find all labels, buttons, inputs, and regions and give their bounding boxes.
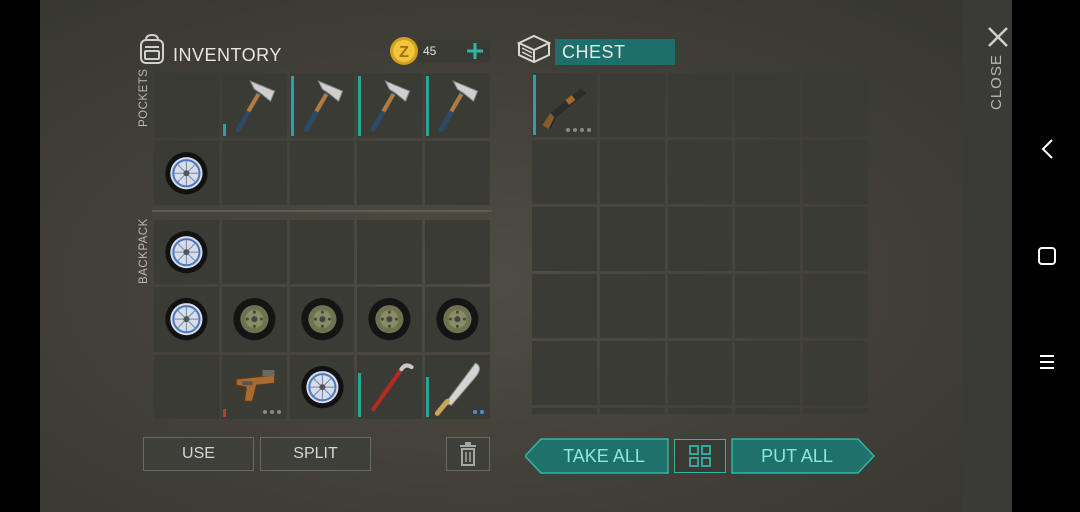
backpack-slot[interactable] — [154, 220, 219, 285]
hatchet-icon — [438, 80, 479, 132]
left-black-bar — [0, 0, 40, 512]
close-icon[interactable] — [986, 25, 1010, 49]
chest-slot[interactable] — [803, 274, 868, 338]
put-all-label: PUT ALL — [761, 445, 833, 466]
chest-slot[interactable] — [532, 341, 597, 405]
split-button[interactable]: SPLIT — [260, 437, 371, 471]
chest-slot[interactable] — [532, 140, 597, 204]
use-button[interactable]: USE — [143, 437, 254, 471]
quality-dots — [262, 410, 281, 414]
chest-slot[interactable] — [599, 408, 665, 414]
chest-slot[interactable] — [667, 274, 733, 338]
backpack-slot[interactable] — [357, 287, 423, 352]
chest-slot[interactable] — [667, 140, 733, 204]
chest-slot[interactable] — [599, 140, 665, 204]
pocket-slot[interactable] — [425, 73, 490, 138]
chest-slot[interactable] — [803, 73, 868, 137]
backpack-grid — [154, 220, 490, 419]
backpack-slot[interactable] — [289, 220, 355, 285]
pockets-label: POCKETS — [138, 68, 150, 127]
coin-icon: Z — [390, 37, 418, 65]
tire-icon — [300, 298, 344, 341]
home-icon[interactable] — [1036, 245, 1058, 267]
wheel-icon — [165, 231, 208, 274]
chest-slot[interactable] — [667, 73, 733, 137]
chest-slot[interactable] — [599, 274, 665, 338]
chest-slot[interactable] — [735, 274, 801, 338]
pocket-slot[interactable] — [154, 140, 219, 205]
chest-slot[interactable] — [532, 207, 597, 271]
backpack-slot[interactable] — [154, 354, 219, 419]
wheel-icon — [165, 151, 208, 194]
chest-grid — [532, 73, 868, 420]
pocket-slot[interactable] — [357, 73, 423, 138]
chest-slot[interactable] — [667, 408, 733, 414]
quality-dots — [473, 410, 484, 414]
hatchet-icon — [235, 80, 276, 132]
wheel-icon — [165, 298, 208, 341]
chest-slot[interactable] — [735, 207, 801, 271]
wheel-icon — [300, 365, 344, 408]
backpack-slot[interactable] — [154, 287, 219, 352]
backpack-slot[interactable] — [425, 354, 490, 419]
backpack-slot[interactable] — [221, 287, 287, 352]
backpack-slot[interactable] — [221, 354, 287, 419]
pocket-slot[interactable] — [425, 140, 490, 205]
chest-slot[interactable] — [803, 207, 868, 271]
backpack-label: BACKPACK — [138, 218, 150, 284]
close-label[interactable]: CLOSE — [988, 54, 1005, 110]
backpack-slot[interactable] — [289, 354, 355, 419]
pockets-grid — [154, 73, 490, 205]
recents-icon[interactable] — [1037, 352, 1057, 372]
chest-slot[interactable] — [599, 207, 665, 271]
pocket-slot[interactable] — [154, 73, 219, 138]
chest-slot[interactable] — [599, 341, 665, 405]
hatchet-icon — [303, 80, 343, 132]
sort-button[interactable] — [674, 439, 726, 473]
backpack-slot[interactable] — [425, 220, 490, 285]
chest-slot[interactable] — [735, 73, 801, 137]
chest-slot[interactable] — [532, 408, 597, 414]
back-icon[interactable] — [1038, 138, 1058, 160]
chest-slot[interactable] — [667, 207, 733, 271]
hatchet-icon — [371, 80, 411, 132]
inventory-title: INVENTORY — [173, 45, 282, 65]
svg-text:Z: Z — [399, 44, 409, 61]
chest-slot[interactable] — [735, 341, 801, 405]
pocket-slot[interactable] — [289, 73, 355, 138]
chest-slot[interactable] — [803, 140, 868, 204]
tire-icon — [233, 298, 276, 341]
chest-slot[interactable] — [803, 341, 868, 405]
backpack-slot[interactable] — [357, 220, 423, 285]
pocket-slot[interactable] — [221, 73, 287, 138]
chest-slot[interactable] — [599, 73, 665, 137]
crowbar-icon — [371, 363, 414, 411]
currency-amount: 45 — [423, 44, 437, 58]
grid-sort-icon — [689, 445, 711, 467]
chest-slot[interactable] — [803, 408, 868, 414]
chest-slot[interactable] — [735, 408, 801, 414]
backpack-icon — [140, 33, 164, 64]
take-all-label: TAKE ALL — [563, 445, 645, 466]
tire-icon — [368, 298, 411, 341]
backpack-slot[interactable] — [289, 287, 355, 352]
backpack-slot[interactable] — [357, 354, 423, 419]
chest-icon — [516, 34, 552, 64]
chest-slot[interactable] — [735, 140, 801, 204]
pocket-slot[interactable] — [221, 140, 287, 205]
chest-title: CHEST — [562, 42, 626, 62]
add-currency-button[interactable] — [464, 40, 486, 62]
chest-slot[interactable] — [532, 73, 597, 137]
chest-slot[interactable] — [532, 274, 597, 338]
pocket-slot[interactable] — [289, 140, 355, 205]
section-divider — [152, 210, 492, 212]
chest-slot[interactable] — [667, 341, 733, 405]
quality-dots — [565, 128, 591, 132]
tire-icon — [436, 298, 479, 341]
trash-icon — [460, 442, 476, 466]
trash-button[interactable] — [446, 437, 490, 471]
backpack-slot[interactable] — [425, 287, 490, 352]
backpack-slot[interactable] — [221, 220, 287, 285]
pocket-slot[interactable] — [357, 140, 423, 205]
